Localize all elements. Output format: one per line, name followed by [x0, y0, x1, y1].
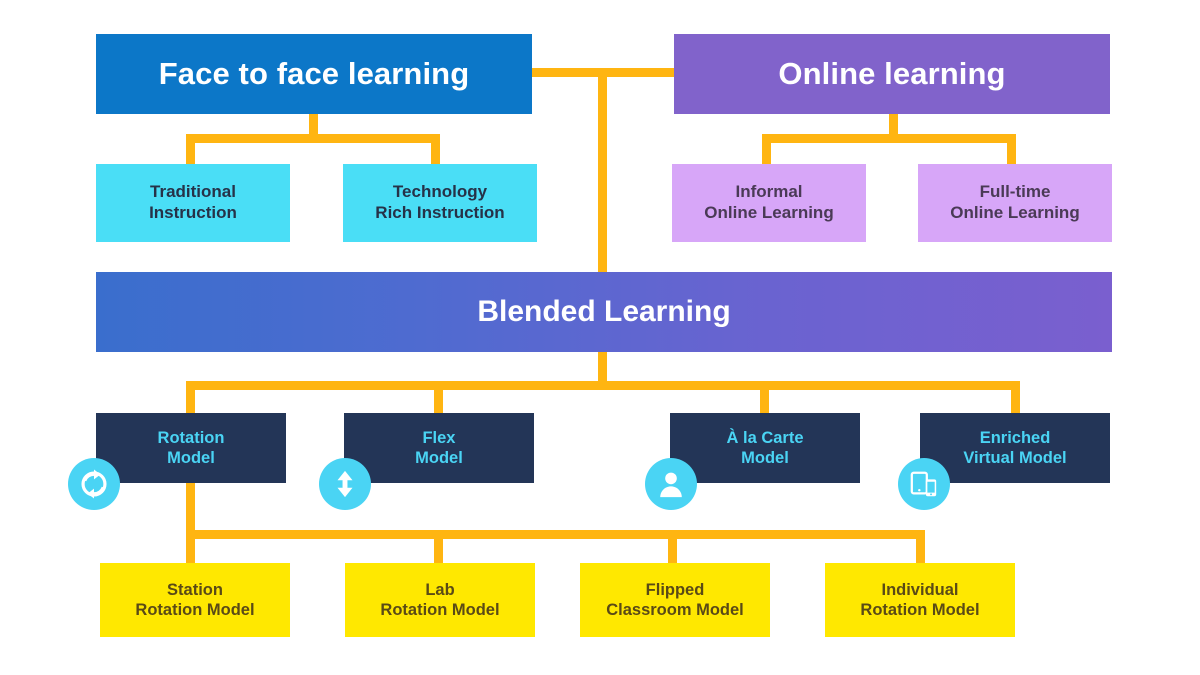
- node-label-line1: Station: [167, 580, 223, 599]
- connector-flipped-drop: [668, 530, 677, 563]
- node-label-line1: Informal: [735, 182, 803, 202]
- node-label: Rotation Model: [158, 428, 225, 468]
- node-label-line2: Rich Instruction: [375, 203, 505, 222]
- node-informal-online-learning[interactable]: Informal Online Learning: [672, 164, 866, 242]
- connector-alacarte-drop: [760, 381, 769, 413]
- node-online-learning[interactable]: Online learning: [674, 34, 1110, 114]
- connector-lab-drop: [434, 530, 443, 563]
- node-station-rotation-model[interactable]: Station Rotation Model: [100, 563, 290, 637]
- connector-rotation-substem: [186, 483, 195, 533]
- node-label-line1: Technology: [392, 182, 488, 202]
- connector-informal-drop: [762, 134, 771, 164]
- node-label: Individual Rotation Model: [860, 580, 979, 620]
- connector-trunk-to-blended: [598, 68, 607, 272]
- node-label-line2: Rotation Model: [380, 601, 500, 619]
- sync-arrows-icon: [68, 458, 120, 510]
- node-label: Technology Rich Instruction: [375, 182, 504, 223]
- node-flipped-classroom-model[interactable]: Flipped Classroom Model: [580, 563, 770, 637]
- node-label: À la Carte Model: [726, 428, 803, 468]
- node-label-line2: Online Learning: [704, 203, 834, 222]
- connector-flex-drop: [434, 381, 443, 413]
- node-label-line2: Classroom Model: [606, 601, 744, 619]
- node-label-line2: Model: [415, 449, 463, 467]
- connector-f2f-bus: [186, 134, 440, 143]
- person-icon: [645, 458, 697, 510]
- node-label-line2: Instruction: [149, 203, 237, 222]
- node-label: Traditional Instruction: [149, 182, 237, 223]
- node-traditional-instruction[interactable]: Traditional Instruction: [96, 164, 290, 242]
- connector-fulltime-drop: [1007, 134, 1016, 164]
- connector-online-bus: [762, 134, 1016, 143]
- node-label: Station Rotation Model: [135, 580, 254, 620]
- connector-models-bus: [186, 381, 1020, 390]
- node-rotation-model[interactable]: Rotation Model: [96, 413, 286, 483]
- node-label-line1: Full-time: [979, 182, 1051, 202]
- diagram-canvas: Face to face learning Online learning Tr…: [0, 0, 1200, 675]
- node-label-line2: Model: [167, 449, 215, 467]
- node-label-line1: Individual: [881, 580, 959, 599]
- node-full-time-online-learning[interactable]: Full-time Online Learning: [918, 164, 1112, 242]
- node-label-line1: Flex: [422, 428, 456, 447]
- node-flex-model[interactable]: Flex Model: [344, 413, 534, 483]
- node-label-line1: À la Carte: [726, 428, 804, 447]
- connector-techrich-drop: [431, 134, 440, 164]
- node-label: Lab Rotation Model: [380, 580, 499, 620]
- node-label: Enriched Virtual Model: [963, 428, 1066, 468]
- connector-rotation-bus: [186, 530, 925, 539]
- node-label-line2: Online Learning: [950, 203, 1080, 222]
- node-label: Face to face learning: [158, 56, 470, 92]
- connector-individual-drop: [916, 530, 925, 563]
- connector-rotation-drop: [186, 381, 195, 413]
- node-label-line2: Model: [741, 449, 789, 467]
- node-label-line2: Rotation Model: [135, 601, 255, 619]
- node-label: Online learning: [778, 56, 1006, 92]
- node-label: Flipped Classroom Model: [606, 580, 744, 620]
- node-lab-rotation-model[interactable]: Lab Rotation Model: [345, 563, 535, 637]
- node-blended-learning[interactable]: Blended Learning: [96, 272, 1112, 352]
- node-label: Informal Online Learning: [704, 182, 833, 223]
- node-label: Flex Model: [415, 428, 463, 468]
- up-down-arrow-icon: [319, 458, 371, 510]
- node-label-line1: Traditional: [150, 182, 236, 202]
- node-technology-rich-instruction[interactable]: Technology Rich Instruction: [343, 164, 537, 242]
- node-label-line1: Flipped: [645, 580, 705, 599]
- node-label-line1: Enriched: [979, 428, 1051, 447]
- node-label-line1: Lab: [425, 580, 455, 599]
- node-a-la-carte-model[interactable]: À la Carte Model: [670, 413, 860, 483]
- node-face-to-face-learning[interactable]: Face to face learning: [96, 34, 532, 114]
- node-enriched-virtual-model[interactable]: Enriched Virtual Model: [920, 413, 1110, 483]
- node-individual-rotation-model[interactable]: Individual Rotation Model: [825, 563, 1015, 637]
- devices-icon: [898, 458, 950, 510]
- connector-station-drop: [186, 530, 195, 563]
- node-label-line1: Rotation: [157, 428, 225, 447]
- node-label-line2: Rotation Model: [860, 601, 980, 619]
- node-label: Blended Learning: [477, 294, 731, 328]
- connector-enriched-drop: [1011, 381, 1020, 413]
- connector-traditional-drop: [186, 134, 195, 164]
- node-label: Full-time Online Learning: [950, 182, 1079, 223]
- node-label-line2: Virtual Model: [963, 449, 1067, 467]
